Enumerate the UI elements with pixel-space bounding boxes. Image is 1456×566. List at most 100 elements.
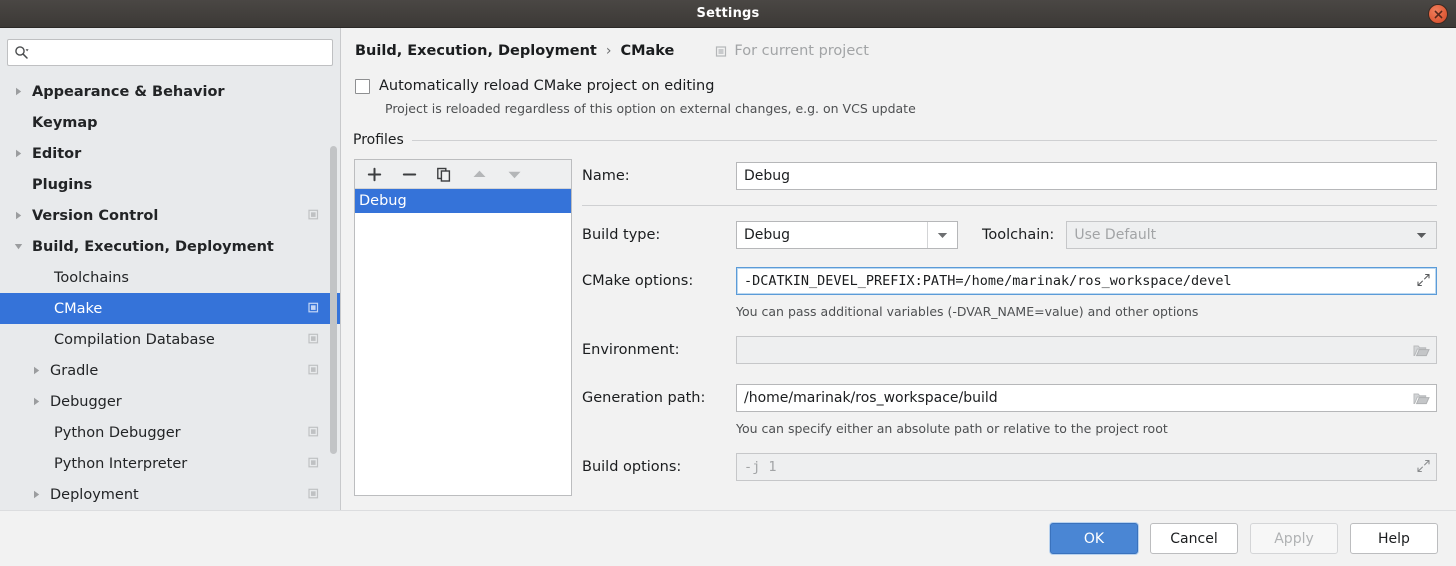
chevron-down-icon[interactable]	[14, 231, 32, 262]
chevron-right-icon[interactable]	[32, 386, 50, 417]
sidebar-item-plugins[interactable]: Plugins	[0, 169, 341, 200]
chevron-right-icon[interactable]	[32, 479, 50, 510]
profile-list-item-label: Debug	[359, 193, 407, 209]
toolchain-select[interactable]: Use Default	[1066, 221, 1437, 249]
sidebar-item-editor[interactable]: Editor	[0, 138, 341, 169]
close-glyph	[1434, 10, 1443, 19]
twisty-glyph	[14, 242, 23, 251]
chevron-right-icon[interactable]	[14, 200, 32, 231]
search-box[interactable]	[7, 39, 333, 66]
close-icon[interactable]	[1428, 4, 1448, 24]
chevron-right-icon[interactable]	[32, 355, 50, 386]
sidebar-item-version-control[interactable]: Version Control	[0, 200, 341, 231]
project-scope-icon	[308, 299, 321, 318]
sidebar-item-label: Build, Execution, Deployment	[32, 239, 274, 255]
twisty-glyph	[32, 366, 41, 375]
toolchain-value: Use Default	[1074, 227, 1156, 243]
apply-button-label: Apply	[1274, 531, 1314, 547]
project-scope-glyph	[308, 456, 321, 469]
sidebar-item-label: Editor	[32, 146, 81, 162]
sidebar-item-cmake[interactable]: CMake	[0, 293, 341, 324]
sidebar-item-appearance-behavior[interactable]: Appearance & Behavior	[0, 76, 341, 107]
build-options-expand-icon[interactable]	[1417, 458, 1430, 477]
build-options-input[interactable]	[736, 453, 1437, 481]
help-button-label: Help	[1378, 531, 1410, 547]
cmake-options-input[interactable]	[736, 267, 1437, 295]
toolchain-chevron-down-glyph	[1416, 232, 1427, 239]
environment-input[interactable]	[736, 336, 1437, 364]
sidebar-scrollbar-thumb[interactable]	[330, 146, 337, 454]
sidebar-item-python-interpreter[interactable]: Python Interpreter	[0, 448, 341, 479]
auto-reload-checkbox[interactable]	[355, 79, 370, 94]
sidebar-item-label: Python Debugger	[54, 425, 181, 441]
profile-list-item[interactable]: Debug	[355, 189, 571, 213]
toolchain-chevron-down-icon[interactable]	[1406, 222, 1436, 248]
breadcrumb: Build, Execution, Deployment › CMake For…	[355, 43, 869, 59]
sidebar-item-debugger[interactable]: Debugger	[0, 386, 341, 417]
generation-path-row: Generation path:	[582, 381, 1437, 415]
sidebar-item-deployment[interactable]: Deployment	[0, 479, 341, 510]
sidebar-item-build-execution-deployment[interactable]: Build, Execution, Deployment	[0, 231, 341, 262]
ok-button[interactable]: OK	[1050, 523, 1138, 554]
sidebar-item-keymap[interactable]: Keymap	[0, 107, 341, 138]
cancel-button[interactable]: Cancel	[1150, 523, 1238, 554]
breadcrumb-current: CMake	[620, 43, 674, 59]
build-type-select[interactable]: Debug	[736, 221, 958, 249]
profiles-toolbar	[355, 160, 571, 189]
auto-reload-checkbox-row[interactable]: Automatically reload CMake project on ed…	[355, 78, 714, 94]
sidebar-item-label: Toolchains	[54, 270, 129, 286]
cmake-options-hint: You can pass additional variables (-DVAR…	[736, 304, 1198, 319]
generation-path-input[interactable]	[736, 384, 1437, 412]
twisty-glyph	[14, 87, 23, 96]
arrow-down-icon-glyph	[506, 166, 523, 183]
environment-label: Environment:	[582, 342, 736, 358]
build-type-row: Build type: Debug Toolchain: Use De	[582, 218, 1437, 252]
plus-icon[interactable]	[365, 165, 384, 184]
cmake-options-hint-row: You can pass additional variables (-DVAR…	[582, 304, 1437, 319]
generation-path-hint: You can specify either an absolute path …	[736, 421, 1168, 436]
project-scope-icon	[308, 423, 321, 442]
window-titlebar: Settings	[0, 0, 1456, 28]
chevron-down-icon[interactable]	[927, 222, 957, 248]
chevron-right-icon[interactable]	[14, 76, 32, 107]
form-divider	[582, 205, 1437, 206]
sidebar-item-label: Plugins	[32, 177, 92, 193]
help-button[interactable]: Help	[1350, 523, 1438, 554]
search-icon	[14, 45, 29, 60]
environment-folder-icon[interactable]	[1406, 337, 1436, 363]
sidebar-item-label: Keymap	[32, 115, 98, 131]
chevron-right-icon[interactable]	[14, 138, 32, 169]
name-input[interactable]	[736, 162, 1437, 190]
sidebar-item-toolchains[interactable]: Toolchains	[0, 262, 341, 293]
breadcrumb-parent[interactable]: Build, Execution, Deployment	[355, 43, 597, 59]
generation-path-folder-icon[interactable]	[1406, 385, 1436, 411]
sidebar-item-gradle[interactable]: Gradle	[0, 355, 341, 386]
settings-tree: Appearance & Behavior Keymap Editor Plugins…	[0, 76, 341, 510]
twisty-glyph	[14, 211, 23, 220]
sidebar-item-label: CMake	[54, 301, 102, 317]
project-scope-glyph	[308, 487, 321, 500]
search-input[interactable]	[29, 40, 332, 65]
name-label: Name:	[582, 168, 736, 184]
name-row: Name:	[582, 159, 1437, 193]
sidebar-item-compilation-database[interactable]: Compilation Database	[0, 324, 341, 355]
minus-icon-glyph	[401, 166, 418, 183]
project-scope-icon	[308, 206, 321, 225]
build-options-expand-glyph	[1417, 460, 1430, 473]
environment-row: Environment:	[582, 333, 1437, 367]
folder-open-glyph	[1413, 343, 1430, 358]
auto-reload-label: Automatically reload CMake project on ed…	[379, 78, 714, 94]
expand-icon[interactable]	[1417, 272, 1430, 291]
project-scope-glyph	[308, 301, 321, 314]
cmake-options-row: CMake options:	[582, 264, 1437, 298]
minus-icon[interactable]	[400, 165, 419, 184]
for-current-project-text: For current project	[734, 43, 869, 59]
project-scope-icon	[308, 330, 321, 349]
copy-icon[interactable]	[435, 165, 454, 184]
sidebar-item-label: Deployment	[50, 487, 139, 503]
project-scope-glyph	[308, 363, 321, 376]
folder-open-glyph-2	[1413, 391, 1430, 406]
sidebar-item-python-debugger[interactable]: Python Debugger	[0, 417, 341, 448]
sidebar-scrollbar-track[interactable]	[330, 80, 339, 454]
plus-icon-glyph	[366, 166, 383, 183]
